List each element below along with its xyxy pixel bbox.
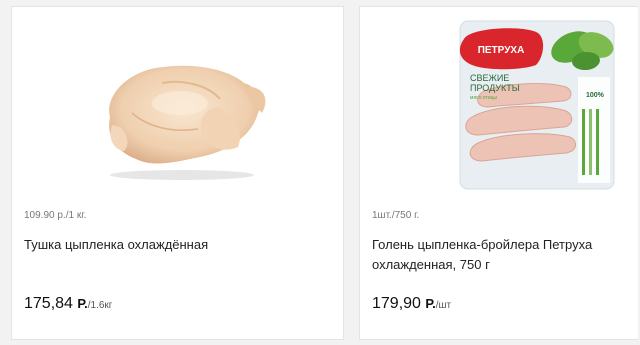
unit-price-note: 1шт./750 г. bbox=[372, 210, 420, 221]
product-title[interactable]: Тушка цыпленка охлаждённая bbox=[24, 235, 325, 255]
package-line3: мясо птицы bbox=[470, 95, 498, 101]
price-amount: 175,84 bbox=[24, 295, 73, 312]
package-drumsticks-icon: ПЕТРУХА СВЕЖИЕ ПРОДУКТЫ мясо птицы 100% bbox=[459, 20, 615, 190]
price-amount: 179,90 bbox=[372, 295, 421, 312]
price-currency: Р. bbox=[425, 296, 436, 311]
product-price: 179,90 Р./шт bbox=[372, 295, 451, 313]
product-title[interactable]: Голень цыпленка-бройлера Петруха охлажде… bbox=[372, 235, 620, 275]
product-image[interactable] bbox=[12, 17, 343, 197]
product-card[interactable]: ПЕТРУХА СВЕЖИЕ ПРОДУКТЫ мясо птицы 100% … bbox=[359, 6, 638, 340]
raw-chicken-icon bbox=[109, 65, 266, 180]
price-per-unit: /1.6кг bbox=[87, 300, 113, 311]
price-currency: Р. bbox=[77, 296, 88, 311]
unit-price-note: 109.90 р./1 кг. bbox=[24, 210, 87, 221]
package-brand: ПЕТРУХА bbox=[478, 45, 525, 56]
package-badge: 100% bbox=[586, 92, 605, 99]
product-price: 175,84 Р./1.6кг bbox=[24, 295, 112, 313]
price-per-unit: /шт bbox=[435, 300, 452, 311]
package-line2: ПРОДУКТЫ bbox=[470, 83, 520, 93]
product-card[interactable]: 109.90 р./1 кг. Тушка цыпленка охлаждённ… bbox=[11, 6, 344, 340]
product-image[interactable]: ПЕТРУХА СВЕЖИЕ ПРОДУКТЫ мясо птицы 100% bbox=[360, 17, 638, 197]
package-line1: СВЕЖИЕ bbox=[470, 73, 509, 83]
